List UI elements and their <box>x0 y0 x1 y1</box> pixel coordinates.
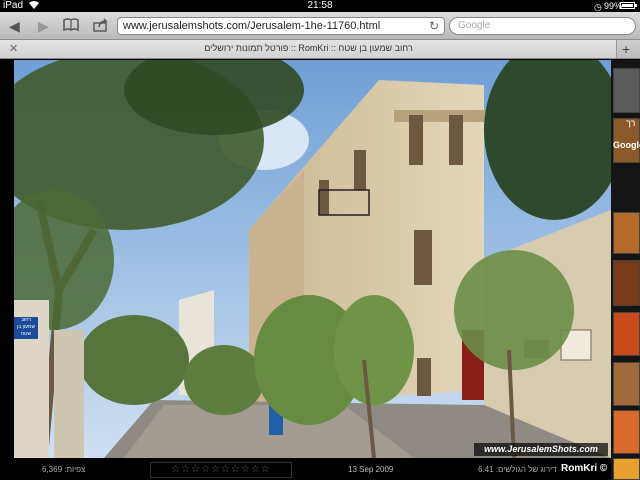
search-placeholder: Google <box>458 20 491 31</box>
clock: 21:58 <box>307 0 333 11</box>
share-icon[interactable] <box>93 18 109 35</box>
thumbnail[interactable] <box>613 362 640 406</box>
tab-title: פורטל תמונות ירושלים :: RomKri :: רחוב ש… <box>204 43 413 53</box>
thumbnail[interactable] <box>613 212 640 254</box>
status-bar: iPad 21:58 ◷ 99% <box>0 0 640 12</box>
battery-icon <box>620 2 637 9</box>
thumbnail[interactable] <box>613 312 640 356</box>
street-photo <box>14 60 611 458</box>
thumbnail[interactable] <box>613 260 640 306</box>
user-rating: דירוג של הגולשים: 6.41 <box>478 465 557 474</box>
author-credit: RomKri © <box>561 463 608 474</box>
view-count: צפיות: 6,369 <box>42 465 86 474</box>
thumbnail[interactable] <box>613 68 640 113</box>
tab-bar: ✕ פורטל תמונות ירושלים :: RomKri :: רחוב… <box>0 40 640 59</box>
bookmarks-icon[interactable] <box>63 18 79 35</box>
tab-current[interactable]: ✕ פורטל תמונות ירושלים :: RomKri :: רחוב… <box>0 40 617 58</box>
thumbnail[interactable] <box>613 410 640 454</box>
back-icon[interactable]: ◀ <box>9 18 20 34</box>
address-bar[interactable]: www.jerusalemshots.com/Jerusalem-1he-117… <box>117 17 445 35</box>
star-rating[interactable]: ☆☆☆☆☆☆☆☆☆☆ <box>150 462 292 478</box>
forward-icon[interactable]: ▶ <box>38 18 49 34</box>
thumbnail[interactable] <box>613 458 640 480</box>
photo-info-bar: צפיות: 6,369 ☆☆☆☆☆☆☆☆☆☆ 13 Sep 2009 דירו… <box>0 458 611 480</box>
google-label: Google <box>613 140 640 150</box>
street-sign: רחוב שמעון בן שטח <box>14 317 38 339</box>
search-field[interactable]: Google <box>449 17 636 35</box>
photo-date: 13 Sep 2009 <box>348 465 394 474</box>
sidebar-label: רך <box>626 118 636 128</box>
new-tab-icon[interactable]: + <box>622 40 630 58</box>
browser-toolbar: ◀ ▶ www.jerusalemshots.com/Jerusalem-1he… <box>0 12 640 40</box>
url-text: www.jerusalemshots.com/Jerusalem-1he-117… <box>123 20 381 32</box>
site-watermark: www.JerusalemShots.com <box>474 443 608 456</box>
reload-icon[interactable]: ↻ <box>429 18 439 34</box>
